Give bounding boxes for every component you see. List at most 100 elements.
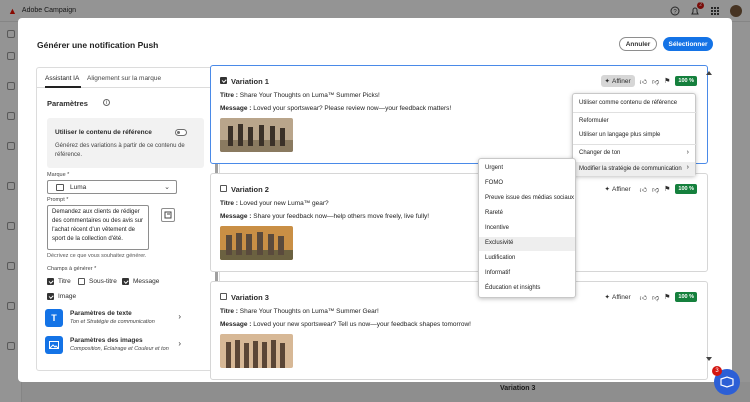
- chevron-right-icon: ›: [178, 312, 181, 321]
- variation-checkbox[interactable]: [220, 77, 227, 84]
- strategy-item-urgent[interactable]: Urgent: [485, 165, 503, 171]
- menu-item-simplify[interactable]: Utiliser un langage plus simple: [579, 132, 660, 138]
- prompt-library-icon: [164, 211, 172, 219]
- image-icon: [45, 336, 63, 354]
- reference-toggle[interactable]: [175, 129, 187, 136]
- field-image-checkbox[interactable]: Image: [47, 293, 76, 300]
- brand-value: Luma: [70, 183, 87, 191]
- flag-icon[interactable]: ⚑: [664, 77, 670, 85]
- help-badge: 3: [712, 366, 722, 376]
- thumbs-down-icon[interactable]: 👎︎: [652, 293, 659, 302]
- prompt-label: Prompt *: [47, 197, 69, 203]
- reference-toggle-label: Utiliser le contenu de référence: [55, 129, 152, 136]
- field-title-checkbox[interactable]: Titre: [47, 278, 71, 285]
- variation-message: Message : Share your feedback now—help o…: [220, 213, 430, 220]
- variation-title: Titre : Share Your Thoughts on Luma™ Sum…: [220, 308, 379, 315]
- flag-icon[interactable]: ⚑: [664, 185, 670, 193]
- tab-brand-alignment[interactable]: Alignement sur la marque: [87, 75, 161, 82]
- panel-tabs: Assistant IA Alignement sur la marque: [37, 68, 219, 88]
- variation-image: [220, 334, 293, 368]
- strategy-item-incentive[interactable]: Incentive: [485, 225, 509, 231]
- field-message-checkbox[interactable]: Message: [122, 278, 159, 285]
- variation-name: Variation 2: [231, 185, 269, 194]
- chevron-right-icon: ›: [686, 149, 689, 156]
- variation-image: [220, 226, 293, 260]
- thumbs-up-icon[interactable]: 👍︎: [640, 77, 647, 86]
- strategy-item-education[interactable]: Éducation et insights: [485, 285, 540, 291]
- strategy-item-informative[interactable]: Informatif: [485, 270, 510, 276]
- parameters-heading: Paramètres: [47, 99, 88, 108]
- brand-select[interactable]: Luma ⌄: [47, 180, 177, 194]
- menu-item-change-tone[interactable]: Changer de ton: [579, 150, 620, 156]
- scroll-down-arrow[interactable]: [706, 356, 712, 364]
- prompt-library-button[interactable]: [161, 208, 175, 222]
- strategy-item-gamification[interactable]: Ludification: [485, 255, 515, 261]
- thumbs-up-icon[interactable]: 👍︎: [640, 185, 647, 194]
- chevron-right-icon: ›: [178, 339, 181, 348]
- refine-menu: Utiliser comme contenu de référence Refo…: [572, 93, 697, 176]
- strategy-submenu: Urgent FOMO Preuve issue des médias soci…: [478, 158, 576, 298]
- text-parameters-item[interactable]: T Paramètres de texte Ton et Stratégie d…: [45, 309, 181, 331]
- menu-item-use-as-reference[interactable]: Utiliser comme contenu de référence: [579, 100, 677, 106]
- strategy-item-exclusivity[interactable]: Exclusivité: [479, 237, 575, 251]
- chevron-down-icon: ⌄: [164, 184, 170, 191]
- scroll-up-arrow[interactable]: [706, 70, 712, 78]
- cancel-button[interactable]: Annuler: [619, 37, 657, 51]
- strategy-item-scarcity[interactable]: Rareté: [485, 210, 503, 216]
- active-tab-indicator: [45, 86, 81, 88]
- variation-tools: ✦ Affiner 👍︎ 👎︎ ⚑ 100 %: [601, 183, 697, 195]
- reference-content-box: Utiliser le contenu de référence Générez…: [47, 118, 204, 168]
- select-button[interactable]: Sélectionner: [663, 37, 713, 51]
- thumbs-down-icon[interactable]: 👎︎: [652, 77, 659, 86]
- variation-name: Variation 3: [231, 293, 269, 302]
- reference-description: Générez des variations à partir de ce co…: [55, 143, 185, 158]
- variation-card[interactable]: Variation 3 Titre : Share Your Thoughts …: [210, 281, 708, 380]
- refine-button[interactable]: ✦ Affiner: [600, 75, 635, 87]
- image-parameters-title: Paramètres des images: [70, 337, 143, 344]
- menu-item-rephrase[interactable]: Reformuler: [579, 118, 609, 124]
- refine-button[interactable]: ✦ Affiner: [601, 183, 635, 195]
- variation-message: Message : Loved your new sportswear? Tel…: [220, 321, 471, 328]
- variation-card[interactable]: Variation 2 Titre : Loved your new Luma™…: [210, 173, 708, 272]
- menu-item-change-strategy[interactable]: Modifier la stratégie de communication: [573, 162, 695, 176]
- chevron-right-icon: ›: [686, 164, 689, 171]
- text-icon: T: [45, 309, 63, 327]
- generate-push-dialog: Générer une notification Push Annuler Sé…: [18, 18, 732, 382]
- chat-icon: [720, 376, 734, 388]
- thumbs-down-icon[interactable]: 👎︎: [652, 185, 659, 194]
- flag-icon[interactable]: ⚑: [664, 293, 670, 301]
- variation-tools: ✦ Affiner 👍︎ 👎︎ ⚑ 100 %: [600, 75, 697, 87]
- strategy-item-social-proof[interactable]: Preuve issue des médias sociaux: [485, 195, 574, 201]
- variation-title: Titre : Loved your new Luma™ gear?: [220, 200, 329, 207]
- text-parameters-title: Paramètres de texte: [70, 310, 132, 317]
- score-badge: 100 %: [675, 76, 697, 86]
- refine-icon: ✦: [604, 78, 610, 85]
- variation-title: Titre : Share Your Thoughts on Luma™ Sum…: [220, 92, 380, 99]
- variation-checkbox[interactable]: [220, 185, 227, 192]
- info-icon[interactable]: i: [103, 99, 110, 106]
- fields-label: Champs à générer *: [47, 266, 97, 272]
- variation-tools: ✦ Affiner 👍︎ 👎︎ ⚑ 100 %: [601, 291, 697, 303]
- help-chat-button[interactable]: 3: [712, 366, 740, 395]
- text-parameters-sub: Ton et Stratégie de communication: [70, 319, 155, 325]
- variation-checkbox[interactable]: [220, 293, 227, 300]
- field-subtitle-checkbox[interactable]: Sous-titre: [78, 278, 117, 285]
- refine-icon: ✦: [604, 294, 610, 301]
- brand-icon: [56, 184, 64, 191]
- score-badge: 100 %: [675, 292, 697, 302]
- parameters-panel: Assistant IA Alignement sur la marque Pa…: [36, 67, 220, 371]
- thumbs-up-icon[interactable]: 👍︎: [640, 293, 647, 302]
- dialog-title: Générer une notification Push: [37, 40, 159, 50]
- strategy-item-fomo[interactable]: FOMO: [485, 180, 503, 186]
- tab-ai-assistant[interactable]: Assistant IA: [45, 75, 79, 82]
- score-badge: 100 %: [675, 184, 697, 194]
- variation-name: Variation 1: [231, 77, 269, 86]
- prompt-textarea[interactable]: Demandez aux clients de rédiger des comm…: [47, 205, 149, 250]
- brand-label: Marque *: [47, 172, 70, 178]
- variation-message: Message : Loved your sportswear? Please …: [220, 105, 452, 112]
- variation-image: [220, 118, 293, 152]
- image-parameters-item[interactable]: Paramètres des images Composition, Éclai…: [45, 336, 181, 358]
- refine-button[interactable]: ✦ Affiner: [601, 291, 635, 303]
- refine-icon: ✦: [604, 186, 610, 193]
- image-parameters-sub: Composition, Éclairage et Couleur et ton: [70, 346, 169, 352]
